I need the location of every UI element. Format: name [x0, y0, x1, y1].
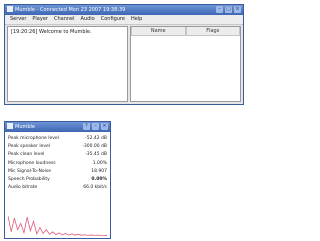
app-icon: [7, 6, 13, 12]
main-window-controls: – ▢ ×: [216, 6, 241, 13]
stat-row: Peak microphone level -52.42 dB: [8, 135, 107, 143]
main-window: Mumble - Connected Mon 23 2007 19:38:39 …: [4, 4, 244, 105]
stat-row: Audio bitrate 66.0 kbit/s: [8, 184, 107, 192]
stats-title-bar[interactable]: Mumble ? – ×: [5, 122, 110, 132]
stat-value: 18.907: [91, 168, 107, 174]
close-button[interactable]: ×: [234, 6, 241, 13]
menu-configure[interactable]: Configure: [101, 15, 125, 24]
close-button[interactable]: ×: [101, 123, 108, 130]
stat-value: -52.42 dB: [85, 136, 107, 141]
minimize-button[interactable]: –: [216, 6, 223, 13]
stat-value: 66.0 kbit/s: [83, 185, 107, 191]
stats-list: Peak microphone level -52.42 dB Peak spe…: [8, 135, 107, 192]
stat-row: Peak clean level -35.45 dB: [8, 151, 107, 159]
stat-label: Peak speaker level: [8, 144, 51, 150]
level-trace: [8, 215, 107, 236]
app-icon: [7, 123, 13, 129]
stat-row: Speech Probability 0.00%: [8, 176, 107, 184]
stats-window-title: Mumble: [15, 124, 35, 130]
menu-bar: Server Player Channel Audio Configure He…: [5, 15, 243, 25]
column-flags[interactable]: Flags: [185, 27, 240, 36]
stat-value: -35.45 dB: [85, 152, 107, 158]
column-name[interactable]: Name: [131, 27, 186, 36]
stat-label: Audio bitrate: [8, 185, 38, 191]
stats-window-controls: ? – ×: [83, 123, 108, 130]
stat-row: Microphone loudness 1.00%: [8, 160, 107, 168]
stat-label: Speech Probability: [8, 176, 50, 182]
stat-label: Peak clean level: [8, 152, 45, 158]
menu-audio[interactable]: Audio: [81, 15, 95, 24]
menu-player[interactable]: Player: [32, 15, 48, 24]
audio-stats-window: Mumble ? – × Peak microphone level -52.4…: [4, 121, 111, 239]
stat-label: Mic Signal-To-Noise: [8, 168, 51, 174]
main-window-title: Mumble - Connected Mon 23 2007 19:38:39: [15, 7, 126, 13]
menu-server[interactable]: Server: [10, 15, 26, 24]
stat-label: Microphone loudness: [8, 160, 56, 166]
stat-value: 0.00%: [91, 176, 107, 182]
log-pane[interactable]: [19:20:26] Welcome to Mumble.: [7, 26, 128, 102]
stat-value: -300.00 dB: [82, 144, 107, 150]
maximize-button[interactable]: ▢: [225, 6, 232, 13]
main-content: [19:20:26] Welcome to Mumble. Name Flags: [7, 26, 241, 102]
menu-help[interactable]: Help: [131, 15, 142, 24]
stat-row: Mic Signal-To-Noise 18.907: [8, 168, 107, 176]
menu-channel[interactable]: Channel: [54, 15, 75, 24]
stat-label: Peak microphone level: [8, 136, 59, 141]
main-title-bar[interactable]: Mumble - Connected Mon 23 2007 19:38:39 …: [5, 5, 243, 15]
log-line: [19:20:26] Welcome to Mumble.: [11, 29, 92, 35]
stat-row: Peak speaker level -300.00 dB: [8, 143, 107, 151]
stat-value: 1.00%: [92, 160, 107, 166]
audio-level-graph: [8, 214, 107, 236]
player-list-header: Name Flags: [131, 27, 240, 36]
player-list[interactable]: Name Flags: [130, 26, 241, 102]
help-button[interactable]: ?: [83, 123, 90, 130]
minimize-button[interactable]: –: [92, 123, 99, 130]
